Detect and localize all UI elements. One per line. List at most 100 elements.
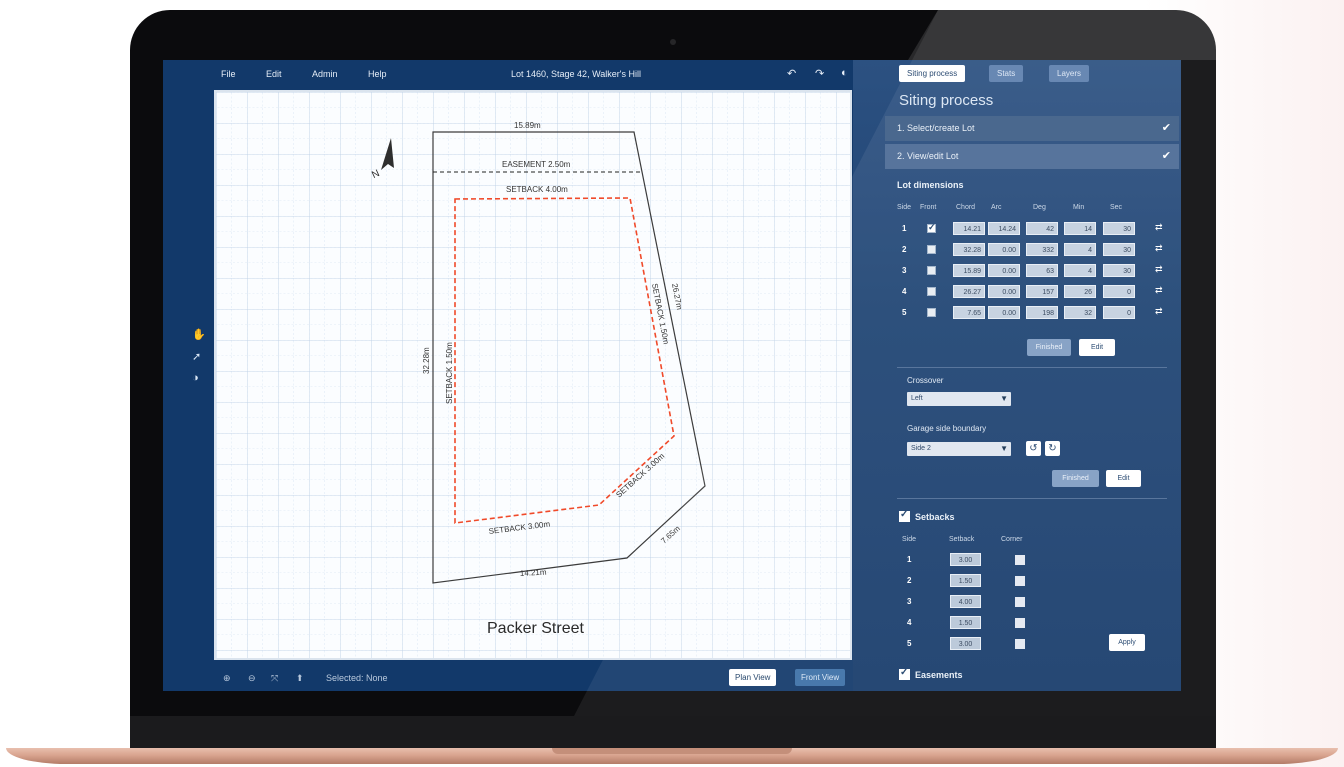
setback-field[interactable]: 1.50: [950, 616, 981, 629]
arc-field[interactable]: 0.00: [988, 306, 1020, 319]
chord-field[interactable]: 7.65: [953, 306, 985, 319]
row-side-label: 2: [902, 245, 907, 254]
front-checkbox[interactable]: [927, 266, 936, 275]
sec-field[interactable]: 0: [1103, 306, 1135, 319]
sec-field[interactable]: 30: [1103, 222, 1135, 235]
fit-icon[interactable]: ⤧: [271, 673, 278, 684]
setback-field[interactable]: 3.00: [950, 553, 981, 566]
chord-field[interactable]: 32.28: [953, 243, 985, 256]
site-plan[interactable]: N 15.89m EASEMENT 2.50m SETBACK 4.00m 32…: [216, 92, 850, 658]
row-side-label: 5: [902, 308, 907, 317]
swap-icon[interactable]: ⇄: [1155, 243, 1163, 254]
min-field[interactable]: 4: [1064, 243, 1096, 256]
setback-field[interactable]: 1.50: [950, 574, 981, 587]
zoom-out-icon[interactable]: ⊖: [248, 673, 256, 684]
garage-select[interactable]: Side 2 ▼: [907, 442, 1011, 456]
rotate-left-icon[interactable]: ↺: [1026, 441, 1041, 456]
col-min: Min: [1073, 204, 1085, 211]
chord-field[interactable]: 15.89: [953, 264, 985, 277]
swap-icon[interactable]: ⇄: [1155, 264, 1163, 275]
crossover-value: Left: [911, 395, 923, 402]
easements-checkbox[interactable]: [899, 667, 910, 680]
setback-side-label: 4: [907, 618, 912, 627]
setback-side-label: 2: [907, 576, 912, 585]
contrast-toggle-icon[interactable]: ◐: [841, 67, 848, 79]
corner-checkbox[interactable]: [1015, 576, 1025, 586]
undo-icon[interactable]: ↶: [787, 67, 796, 80]
siting-panel: Siting process Stats Layers Siting proce…: [853, 60, 1181, 691]
front-checkbox[interactable]: [927, 222, 936, 233]
min-field[interactable]: 4: [1064, 264, 1096, 277]
arc-field[interactable]: 0.00: [988, 264, 1020, 277]
finished-button[interactable]: Finished: [1027, 339, 1071, 356]
setback-left-label: SETBACK 1.50m: [445, 342, 454, 404]
step-view-edit-lot[interactable]: 2. View/edit Lot ✔: [885, 144, 1179, 169]
laptop-chin: [130, 716, 1216, 750]
menu-file[interactable]: File: [221, 69, 236, 79]
col-deg: Deg: [1033, 204, 1046, 211]
swap-icon[interactable]: ⇄: [1155, 222, 1163, 233]
sec-field[interactable]: 30: [1103, 243, 1135, 256]
deg-field[interactable]: 198: [1026, 306, 1058, 319]
zoom-in-icon[interactable]: ⊕: [223, 673, 231, 684]
setback-field[interactable]: 4.00: [950, 595, 981, 608]
arc-field[interactable]: 14.24: [988, 222, 1020, 235]
tab-layers[interactable]: Layers: [1049, 65, 1090, 82]
menu-edit[interactable]: Edit: [266, 69, 282, 79]
contrast-icon[interactable]: ◑: [192, 372, 199, 384]
col-sec: Sec: [1110, 204, 1123, 211]
menu-admin[interactable]: Admin: [312, 69, 338, 79]
street-name: Packer Street: [487, 620, 584, 637]
garage-edit-button[interactable]: Edit: [1106, 470, 1141, 487]
tab-siting-process[interactable]: Siting process: [899, 65, 966, 82]
min-field[interactable]: 32: [1064, 306, 1096, 319]
setback-field[interactable]: 3.00: [950, 637, 981, 650]
crossover-select[interactable]: Left ▼: [907, 392, 1011, 406]
check-icon: ✔: [1161, 150, 1171, 162]
swap-icon[interactable]: ⇄: [1155, 285, 1163, 296]
front-checkbox[interactable]: [927, 245, 936, 254]
setbacks-checkbox[interactable]: [899, 509, 910, 522]
pointer-icon[interactable]: ➚: [192, 350, 201, 363]
swap-icon[interactable]: ⇄: [1155, 306, 1163, 317]
step-select-lot[interactable]: 1. Select/create Lot ✔: [885, 116, 1179, 141]
rotate-right-icon[interactable]: ↻: [1045, 441, 1060, 456]
deg-field[interactable]: 157: [1026, 285, 1058, 298]
front-view-button[interactable]: Front View: [795, 669, 846, 686]
step-label: 2. View/edit Lot: [897, 151, 959, 161]
step-label: 1. Select/create Lot: [897, 123, 975, 133]
setback-top-label: SETBACK 4.00m: [506, 185, 568, 194]
corner-checkbox[interactable]: [1015, 555, 1025, 565]
chord-field[interactable]: 14.21: [953, 222, 985, 235]
garage-finished-button[interactable]: Finished: [1052, 470, 1099, 487]
row-side-label: 3: [902, 266, 907, 275]
corner-checkbox[interactable]: [1015, 639, 1025, 649]
lot-dimensions-title: Lot dimensions: [897, 180, 964, 190]
front-checkbox[interactable]: [927, 308, 936, 317]
menu-help[interactable]: Help: [368, 69, 387, 79]
chord-field[interactable]: 26.27: [953, 285, 985, 298]
arc-field[interactable]: 0.00: [988, 243, 1020, 256]
sec-field[interactable]: 30: [1103, 264, 1135, 277]
tab-stats[interactable]: Stats: [989, 65, 1024, 82]
corner-checkbox[interactable]: [1015, 618, 1025, 628]
pin-icon[interactable]: ⬆: [296, 673, 304, 684]
redo-icon[interactable]: ↷: [815, 67, 824, 80]
edit-button[interactable]: Edit: [1079, 339, 1115, 356]
min-field[interactable]: 26: [1064, 285, 1096, 298]
deg-field[interactable]: 63: [1026, 264, 1058, 277]
drawing-canvas[interactable]: N 15.89m EASEMENT 2.50m SETBACK 4.00m 32…: [214, 90, 852, 660]
selection-status: Selected: None: [326, 673, 388, 683]
plan-view-button[interactable]: Plan View: [729, 669, 777, 686]
min-field[interactable]: 14: [1064, 222, 1096, 235]
sec-field[interactable]: 0: [1103, 285, 1135, 298]
apply-button[interactable]: Apply: [1109, 634, 1145, 651]
deg-field[interactable]: 42: [1026, 222, 1058, 235]
dim-top: 15.89m: [514, 121, 541, 130]
front-checkbox[interactable]: [927, 287, 936, 296]
corner-checkbox[interactable]: [1015, 597, 1025, 607]
deg-field[interactable]: 332: [1026, 243, 1058, 256]
arc-field[interactable]: 0.00: [988, 285, 1020, 298]
check-icon: ✔: [1161, 122, 1171, 134]
hand-icon[interactable]: ✋: [192, 328, 206, 341]
